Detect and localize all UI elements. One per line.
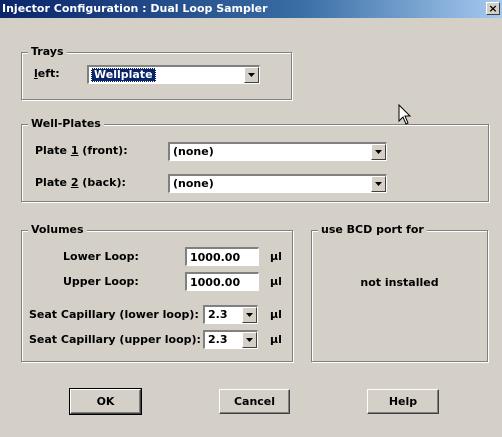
plate2-label: Plate 2 (back): [35, 176, 126, 190]
plate1-label-post: (front): [78, 144, 128, 157]
plate2-label-pre: Plate [35, 176, 71, 189]
plate2-value: (none) [173, 177, 214, 190]
chevron-down-icon [246, 313, 253, 317]
plate2-select[interactable]: (none) [168, 174, 387, 193]
cancel-button-label: Cancel [233, 395, 276, 408]
plate1-label-pre: Plate [35, 144, 71, 157]
seat-upper-dropdown-button[interactable] [242, 332, 257, 348]
mouse-pointer-icon [398, 104, 412, 125]
seat-lower-dropdown-button[interactable] [242, 307, 257, 323]
seat-lower-label: Seat Capillary (lower loop): [29, 308, 199, 321]
trays-group: Trays left: Wellplate [21, 45, 292, 100]
seat-lower-value: 2.3 [208, 308, 228, 321]
chevron-down-icon [248, 73, 255, 77]
well-plates-group: Well-Plates Plate 1 (front): (none) Plat… [21, 117, 489, 202]
bcd-port-legend: use BCD port for [318, 223, 427, 237]
lower-loop-label: Lower Loop: [63, 250, 139, 263]
upper-loop-label: Upper Loop: [63, 275, 139, 288]
upper-loop-unit: µl [270, 275, 282, 288]
help-button-label: Help [388, 395, 418, 408]
seat-upper-label: Seat Capillary (upper loop): [29, 333, 201, 346]
bcd-port-status: not installed [360, 276, 439, 289]
seat-upper-value: 2.3 [208, 333, 228, 346]
close-button[interactable]: × [486, 2, 500, 15]
window-title: Injector Configuration : Dual Loop Sampl… [2, 2, 268, 15]
bcd-port-group: use BCD port for not installed [311, 223, 488, 362]
tray-left-dropdown-button[interactable] [244, 67, 259, 83]
well-plates-legend: Well-Plates [28, 117, 104, 131]
tray-left-value: Wellplate [91, 68, 156, 82]
plate1-label: Plate 1 (front): [35, 144, 128, 158]
volumes-legend: Volumes [28, 223, 87, 237]
plate2-label-post: (back): [78, 176, 126, 189]
seat-lower-unit: µl [270, 308, 282, 321]
lower-loop-unit: µl [270, 250, 282, 263]
seat-upper-unit: µl [270, 333, 282, 346]
plate1-value: (none) [173, 145, 214, 158]
tray-left-label: left: [34, 67, 60, 81]
close-icon: × [488, 2, 498, 15]
lower-loop-input[interactable] [185, 247, 259, 266]
tray-left-label-rest: eft: [37, 67, 60, 80]
chevron-down-icon [375, 182, 382, 186]
cancel-button[interactable]: Cancel [219, 389, 290, 414]
plate2-dropdown-button[interactable] [371, 176, 386, 192]
ok-button[interactable]: OK [69, 388, 142, 415]
tray-left-select[interactable]: Wellplate [87, 65, 260, 84]
trays-legend: Trays [28, 45, 67, 59]
plate1-select[interactable]: (none) [168, 142, 387, 161]
plate1-dropdown-button[interactable] [371, 144, 386, 160]
chevron-down-icon [375, 150, 382, 154]
ok-button-label: OK [96, 395, 115, 408]
help-button[interactable]: Help [367, 389, 439, 414]
upper-loop-input[interactable] [185, 272, 259, 291]
seat-upper-select[interactable]: 2.3 [203, 330, 258, 349]
title-bar: Injector Configuration : Dual Loop Sampl… [0, 0, 502, 18]
seat-lower-select[interactable]: 2.3 [203, 305, 258, 324]
chevron-down-icon [246, 338, 253, 342]
volumes-group: Volumes Lower Loop: µl Upper Loop: µl Se… [21, 223, 293, 362]
